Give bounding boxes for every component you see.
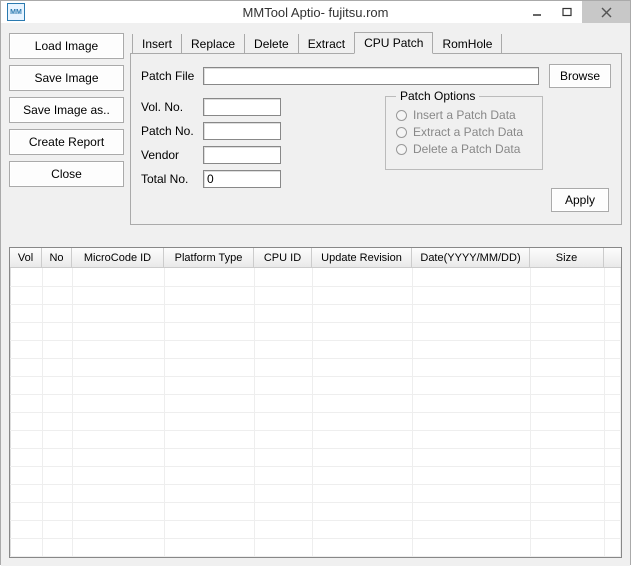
browse-button[interactable]: Browse [549,64,611,88]
close-button[interactable]: Close [9,161,124,187]
tab-romhole[interactable]: RomHole [433,34,502,54]
grid-column-header[interactable]: Date(YYYY/MM/DD) [412,248,530,267]
tab-insert[interactable]: Insert [132,34,182,54]
table-row[interactable] [10,430,621,448]
table-row[interactable] [10,340,621,358]
table-row[interactable] [10,466,621,484]
radio-delete-patch[interactable]: Delete a Patch Data [396,142,532,156]
maximize-button[interactable] [552,1,582,23]
radio-extract-patch[interactable]: Extract a Patch Data [396,125,532,139]
table-row[interactable] [10,376,621,394]
table-row[interactable] [10,412,621,430]
minimize-icon [532,7,542,17]
grid-column-header[interactable]: MicroCode ID [72,248,164,267]
radio-icon [396,144,407,155]
tab-replace[interactable]: Replace [182,34,245,54]
table-row[interactable] [10,358,621,376]
right-pane: Insert Replace Delete Extract CPU Patch … [130,31,622,225]
table-row[interactable] [10,322,621,340]
radio-delete-label: Delete a Patch Data [413,142,520,156]
tab-delete[interactable]: Delete [245,34,299,54]
table-row[interactable] [10,520,621,538]
table-row[interactable] [10,304,621,322]
save-image-as-button[interactable]: Save Image as.. [9,97,124,123]
upper-section: Load Image Save Image Save Image as.. Cr… [9,31,622,225]
radio-extract-label: Extract a Patch Data [413,125,523,139]
table-row[interactable] [10,448,621,466]
table-row[interactable] [10,538,621,556]
vol-no-input[interactable] [203,98,281,116]
client-area: Load Image Save Image Save Image as.. Cr… [1,23,630,566]
tab-strip: Insert Replace Delete Extract CPU Patch … [130,31,622,53]
grid-column-header[interactable]: Update Revision [312,248,412,267]
close-icon [601,7,612,18]
create-report-button[interactable]: Create Report [9,129,124,155]
data-grid[interactable]: VolNoMicroCode IDPlatform TypeCPU IDUpda… [9,247,622,558]
vendor-input[interactable] [203,146,281,164]
tab-extract[interactable]: Extract [299,34,355,54]
grid-column-header[interactable]: Platform Type [164,248,254,267]
grid-header: VolNoMicroCode IDPlatform TypeCPU IDUpda… [10,248,621,268]
minimize-button[interactable] [522,1,552,23]
patch-options-legend: Patch Options [396,89,479,103]
patch-file-row: Patch File Browse [141,64,611,88]
table-row[interactable] [10,394,621,412]
grid-column-header[interactable]: Size [530,248,604,267]
grid-column-header [604,248,621,267]
table-row[interactable] [10,286,621,304]
window-controls [522,1,630,23]
vol-no-label: Vol. No. [141,100,203,114]
radio-icon [396,127,407,138]
patch-file-label: Patch File [141,69,203,83]
table-row[interactable] [10,502,621,520]
titlebar: MM MMTool Aptio- fujitsu.rom [1,1,630,23]
maximize-icon [562,7,572,17]
load-image-button[interactable]: Load Image [9,33,124,59]
total-no-label: Total No. [141,172,203,186]
vendor-label: Vendor [141,148,203,162]
patch-no-label: Patch No. [141,124,203,138]
grid-column-header[interactable]: CPU ID [254,248,312,267]
grid-body[interactable] [10,268,621,557]
table-row[interactable] [10,484,621,502]
patch-file-input[interactable] [203,67,539,85]
patch-no-input[interactable] [203,122,281,140]
total-no-input[interactable] [203,170,281,188]
left-button-column: Load Image Save Image Save Image as.. Cr… [9,31,124,225]
radio-icon [396,110,407,121]
tab-cpu-patch[interactable]: CPU Patch [354,32,433,54]
grid-table [10,268,621,557]
window-close-button[interactable] [582,1,630,23]
cpu-patch-panel: Patch File Browse Vol. No. Patch No. Ven… [130,53,622,225]
app-icon: MM [7,3,25,21]
patch-options-group: Patch Options Insert a Patch Data Extrac… [385,96,543,170]
apply-button[interactable]: Apply [551,188,609,212]
app-window: MM MMTool Aptio- fujitsu.rom Load Image … [0,0,631,565]
total-no-row: Total No. [141,170,611,188]
grid-column-header[interactable]: No [42,248,72,267]
radio-insert-patch[interactable]: Insert a Patch Data [396,108,532,122]
radio-insert-label: Insert a Patch Data [413,108,516,122]
table-row[interactable] [10,268,621,286]
save-image-button[interactable]: Save Image [9,65,124,91]
grid-column-header[interactable]: Vol [10,248,42,267]
